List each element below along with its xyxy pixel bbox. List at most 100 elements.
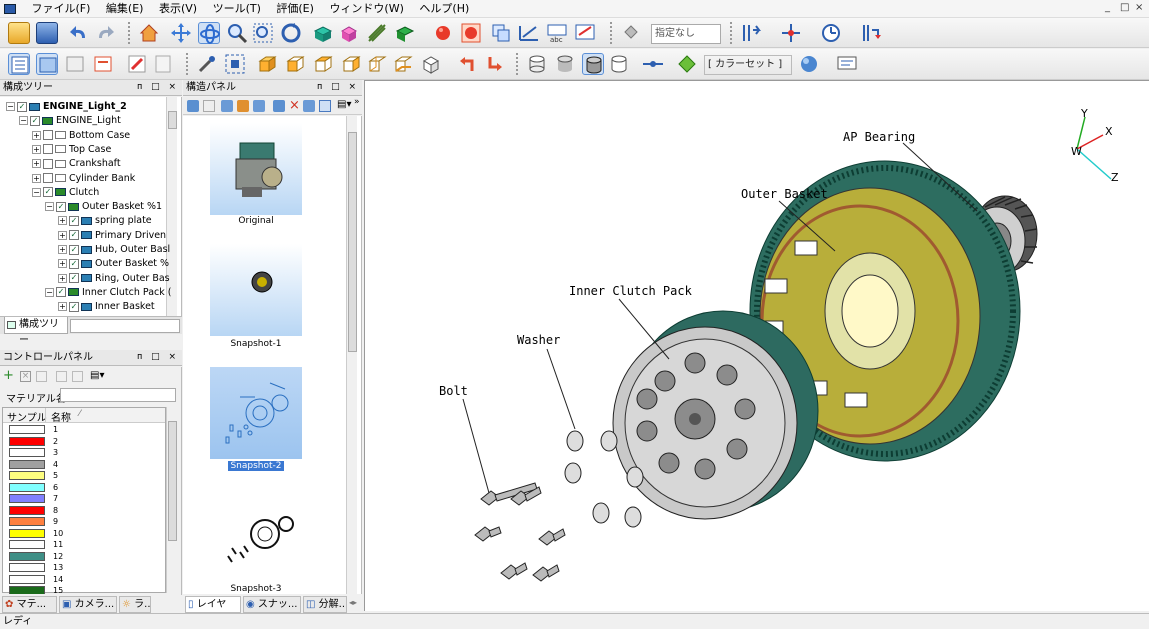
visibility-checkbox[interactable]: ✓	[56, 201, 66, 212]
material-row[interactable]: 10	[9, 528, 159, 540]
material-row[interactable]: 3	[9, 447, 159, 459]
expand-toggle-icon[interactable]: −	[6, 102, 15, 111]
fit-view-icon[interactable]	[280, 22, 302, 44]
view-front-icon[interactable]	[284, 53, 306, 75]
visibility-checkbox[interactable]: ✓	[30, 115, 40, 126]
render-hidden-line-icon[interactable]	[608, 53, 630, 75]
material-row[interactable]: 4	[9, 459, 159, 471]
visibility-checkbox[interactable]: ✓	[69, 273, 79, 284]
view-right-icon[interactable]	[340, 53, 362, 75]
undo-icon[interactable]	[68, 22, 90, 44]
3d-viewport[interactable]: Y X W Z AP Bearing Outer Basket Inner Cl…	[364, 80, 1149, 611]
tree-panel-toggle-icon[interactable]	[8, 53, 30, 75]
material-scrollbar[interactable]	[166, 407, 177, 593]
clock-rotate-icon[interactable]	[820, 22, 842, 44]
expand-toggle-icon[interactable]: −	[32, 187, 41, 197]
snapshot-thumb-1[interactable]	[210, 244, 302, 336]
close-button[interactable]: ×	[1135, 2, 1143, 13]
zoom-window-icon[interactable]	[252, 22, 274, 44]
snapshot-thumb-original[interactable]	[210, 123, 302, 215]
material-row[interactable]: 13	[9, 562, 159, 574]
snapshot-animation-icon[interactable]	[237, 100, 249, 112]
visibility-checkbox[interactable]: ✓	[17, 101, 27, 112]
material-row[interactable]: 5	[9, 470, 159, 482]
display-settings-icon[interactable]	[836, 53, 858, 75]
restore-button[interactable]: □	[1120, 2, 1129, 13]
new-snapshot-icon[interactable]	[187, 100, 199, 112]
explode-icon[interactable]	[366, 22, 388, 44]
expand-toggle-icon[interactable]: +	[58, 259, 67, 269]
annotation-abc-icon[interactable]: abc	[546, 22, 568, 44]
tree-item[interactable]: + Crankshaft	[32, 157, 121, 171]
tree-item[interactable]: − ✓ Clutch	[32, 186, 99, 200]
expand-toggle-icon[interactable]: +	[58, 273, 67, 283]
section-icon[interactable]	[740, 22, 762, 44]
pen-markup-icon[interactable]	[126, 53, 148, 75]
overflow-chevron-icon[interactable]: »	[354, 97, 360, 107]
material-row[interactable]: 7	[9, 493, 159, 505]
layer-panel-icon[interactable]	[92, 53, 114, 75]
open-folder-icon[interactable]	[8, 22, 30, 44]
tab-camera[interactable]: ▣ カメラ...	[59, 596, 117, 613]
tab-snapshot[interactable]: ◉ スナッ...	[243, 596, 301, 613]
snapshot-settings-icon[interactable]	[273, 100, 285, 112]
render-shaded-icon[interactable]	[554, 53, 576, 75]
material-row[interactable]: 9	[9, 516, 159, 528]
paint-bucket-icon[interactable]	[620, 22, 642, 44]
color-set-combo[interactable]: [ カラーセット ]	[704, 55, 792, 75]
tree-item[interactable]: − ✓ Outer Basket %1	[45, 200, 162, 214]
align-icon[interactable]	[860, 22, 882, 44]
material-row[interactable]: 12	[9, 551, 159, 563]
expand-toggle-icon[interactable]: +	[58, 245, 67, 254]
tree-item[interactable]: − ✓ ENGINE_Light	[19, 114, 121, 128]
expand-toggle-icon[interactable]: −	[45, 202, 54, 212]
property-panel-icon[interactable]	[64, 53, 86, 75]
menu-help[interactable]: ヘルプ(H)	[413, 0, 475, 16]
snapshot-view-icon[interactable]	[319, 100, 331, 112]
visibility-checkbox[interactable]: ✓	[56, 287, 66, 298]
render-shaded-edges-icon[interactable]	[582, 53, 604, 75]
toolbar-grip[interactable]	[128, 22, 132, 44]
snapshot-thumb-2[interactable]	[210, 367, 302, 459]
sphere-red-icon[interactable]	[432, 22, 454, 44]
visibility-checkbox[interactable]: ✓	[43, 187, 53, 198]
copy-view-icon[interactable]	[490, 22, 512, 44]
tree-item[interactable]: + ✓ Inner Basket	[58, 300, 155, 314]
view-iso-icon[interactable]	[256, 53, 278, 75]
toolbar-grip[interactable]	[610, 22, 614, 44]
toolbar-grip[interactable]	[730, 22, 734, 44]
col-sample[interactable]: サンプル	[7, 409, 47, 424]
update-snapshot-icon[interactable]	[203, 100, 215, 112]
visibility-checkbox[interactable]: ✓	[69, 230, 79, 241]
snapshot-options-icon[interactable]: ▤▾	[337, 99, 351, 110]
snapshot-copy-icon[interactable]	[303, 100, 315, 112]
tree-item[interactable]: + ✓ Primary Driven	[58, 229, 166, 243]
material-row[interactable]: 11	[9, 539, 159, 551]
copy-material-icon[interactable]	[36, 371, 47, 382]
background-sphere-icon[interactable]	[798, 53, 820, 75]
tree-item[interactable]: + ✓ spring plate	[58, 214, 152, 228]
expand-toggle-icon[interactable]: +	[32, 144, 41, 154]
menu-window[interactable]: ウィンドウ(W)	[323, 0, 409, 16]
expand-toggle-icon[interactable]: −	[45, 287, 54, 297]
tab-light[interactable]: ☼ ラ...	[119, 596, 151, 613]
expand-toggle-icon[interactable]: −	[19, 116, 28, 126]
material-row[interactable]: 8	[9, 505, 159, 517]
tab-scroll-arrows[interactable]: ◂▸	[349, 598, 357, 607]
visibility-checkbox[interactable]: ✓	[69, 215, 79, 226]
snapshot-label-selected[interactable]: Snapshot-2	[200, 461, 312, 471]
menu-file[interactable]: ファイル(F)	[26, 0, 97, 16]
toolbar-grip[interactable]	[516, 53, 520, 75]
redo-icon[interactable]	[94, 22, 116, 44]
visibility-checkbox[interactable]	[43, 158, 53, 169]
move-part-icon[interactable]	[394, 22, 416, 44]
snapshot-scrollbar[interactable]	[346, 116, 357, 594]
visibility-checkbox[interactable]	[43, 173, 53, 183]
minimize-button[interactable]: _	[1105, 2, 1110, 13]
material-row[interactable]: 14	[9, 574, 159, 586]
material-row[interactable]: 15	[9, 585, 159, 594]
expand-toggle-icon[interactable]: +	[32, 173, 41, 183]
expand-toggle-icon[interactable]: +	[58, 302, 67, 312]
material-row[interactable]: 6	[9, 482, 159, 494]
fit-all-icon[interactable]	[224, 53, 246, 75]
